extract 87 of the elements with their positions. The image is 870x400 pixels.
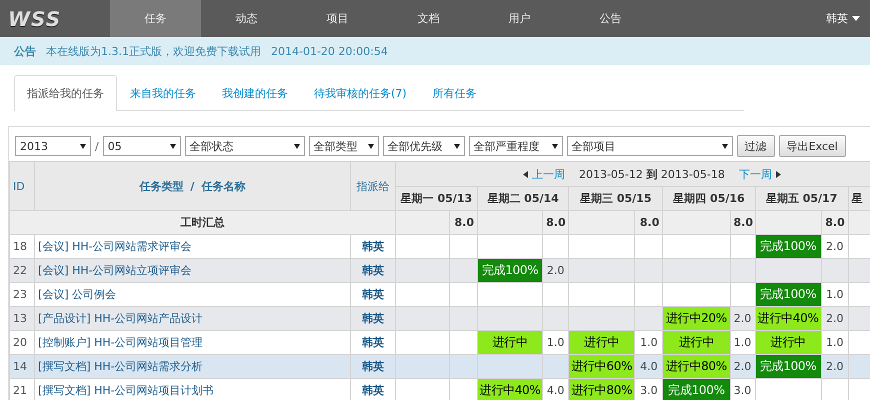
tab[interactable]: 我创建的任务 xyxy=(209,75,301,111)
column-header: 指派给 xyxy=(350,162,396,210)
right-triangle-icon xyxy=(776,170,781,178)
status-block: 完成100% xyxy=(756,236,820,258)
hours-cell: 2.0 xyxy=(821,306,848,330)
nav-item[interactable]: 动态 xyxy=(201,0,292,37)
nav-item[interactable]: 项目 xyxy=(292,0,383,37)
nav-item[interactable]: 任务 xyxy=(110,0,201,37)
tab[interactable]: 来自我的任务 xyxy=(117,75,209,111)
assignee-cell: 韩英 xyxy=(350,258,396,282)
tab[interactable]: 待我审核的任务(7) xyxy=(301,75,420,111)
status-block: 进行中 xyxy=(664,332,729,354)
filter-select[interactable]: 全部类型 xyxy=(308,136,379,156)
filter-select[interactable]: 全部严重程度 xyxy=(468,136,563,156)
hours-cell: 2.0 xyxy=(730,306,756,330)
tab[interactable]: 指派给我的任务 xyxy=(14,75,117,111)
id-cell: 22 xyxy=(10,258,35,282)
week-range: 2013-05-12 到 2013-05-18 xyxy=(578,166,725,182)
dropdown-arrow-icon xyxy=(294,144,300,148)
dropdown-arrow-icon xyxy=(170,144,176,148)
summary-label: 工时汇总 xyxy=(10,210,396,234)
nav-item[interactable]: 文档 xyxy=(383,0,474,37)
date-separator: / xyxy=(95,140,99,152)
summary-hours: 8.0 xyxy=(542,210,569,234)
column-header: ID xyxy=(10,162,35,210)
status-block: 进行中80% xyxy=(664,356,729,378)
status-block: 进行中40% xyxy=(478,380,542,400)
summary-hours: 8.0 xyxy=(634,210,663,234)
column-header[interactable]: 任务名称 xyxy=(201,180,246,192)
notice-time: 2014-01-20 20:00:54 xyxy=(271,44,388,58)
id-cell: 14 xyxy=(10,354,35,378)
caret-icon xyxy=(852,16,860,21)
day-header: 星期一 05/13 xyxy=(395,186,478,210)
column-header[interactable]: 任务类型 xyxy=(139,180,184,192)
status-block: 完成100% xyxy=(664,380,729,400)
hours-cell: 2.0 xyxy=(730,354,756,378)
assignee-cell: 韩英 xyxy=(350,306,396,330)
hours-cell: 2.0 xyxy=(821,354,848,378)
summary-hours: 8.0 xyxy=(821,210,848,234)
dropdown-arrow-icon xyxy=(552,144,558,148)
day-header: 星期二 05/14 xyxy=(477,186,569,210)
year-select[interactable]: 2013 xyxy=(15,136,91,156)
dropdown-arrow-icon xyxy=(80,144,86,148)
month-select[interactable]: 05 xyxy=(102,136,181,156)
status-block: 完成100% xyxy=(756,356,820,378)
day-header: 星 xyxy=(848,186,870,210)
id-cell: 13 xyxy=(10,306,35,330)
status-block: 进行中80% xyxy=(570,380,634,400)
left-triangle-icon xyxy=(522,170,528,178)
day-header: 星期五 05/17 xyxy=(755,186,848,210)
nav-item[interactable]: 公告 xyxy=(565,0,656,37)
task-link[interactable]: [会议] HH-公司网站立项评审会 xyxy=(34,258,350,282)
filter-select[interactable]: 全部状态 xyxy=(184,136,305,156)
status-block: 进行中20% xyxy=(664,308,729,330)
dropdown-arrow-icon xyxy=(454,144,460,148)
status-block: 进行中 xyxy=(570,332,634,354)
day-header: 星期三 05/15 xyxy=(568,186,663,210)
task-link[interactable]: [撰写文档] HH-公司网站需求分析 xyxy=(34,354,350,378)
status-block: 进行中60% xyxy=(570,356,634,378)
logo: WSS xyxy=(7,6,62,32)
header-separator: / xyxy=(190,180,194,192)
user-menu[interactable]: 韩英 xyxy=(826,0,870,37)
filter-button[interactable]: 过滤 xyxy=(736,135,775,157)
hours-cell: 4.0 xyxy=(634,354,663,378)
notice-text: 本在线版为1.3.1正式版，欢迎免费下载试用 xyxy=(46,44,261,58)
dropdown-arrow-icon xyxy=(368,144,374,148)
next-week-link[interactable]: 下一周 xyxy=(738,166,781,182)
status-block: 完成100% xyxy=(478,260,542,282)
summary-hours: 8.0 xyxy=(449,210,478,234)
dropdown-arrow-icon xyxy=(722,144,728,148)
notice-label: 公告 xyxy=(14,44,36,58)
summary-hours: 8.0 xyxy=(730,210,756,234)
nav-item[interactable]: 用户 xyxy=(474,0,565,37)
status-block: 进行中40% xyxy=(756,308,820,330)
filter-button[interactable]: 导出Excel xyxy=(778,135,846,157)
status-block: 完成100% xyxy=(756,284,820,306)
task-link[interactable]: [产品设计] HH-公司网站产品设计 xyxy=(34,306,350,330)
filter-select[interactable]: 全部优先级 xyxy=(382,136,465,156)
status-block: 进行中 xyxy=(478,332,542,354)
id-cell: 21 xyxy=(10,378,35,400)
tab[interactable]: 所有任务 xyxy=(420,75,490,111)
hours-cell: 2.0 xyxy=(542,258,569,282)
status-block: 进行中 xyxy=(756,332,820,354)
day-header: 星期四 05/16 xyxy=(662,186,756,210)
previous-week-link[interactable]: 上一周 xyxy=(522,166,565,182)
assignee-cell: 韩英 xyxy=(350,354,396,378)
filter-select[interactable]: 全部项目 xyxy=(566,136,733,156)
